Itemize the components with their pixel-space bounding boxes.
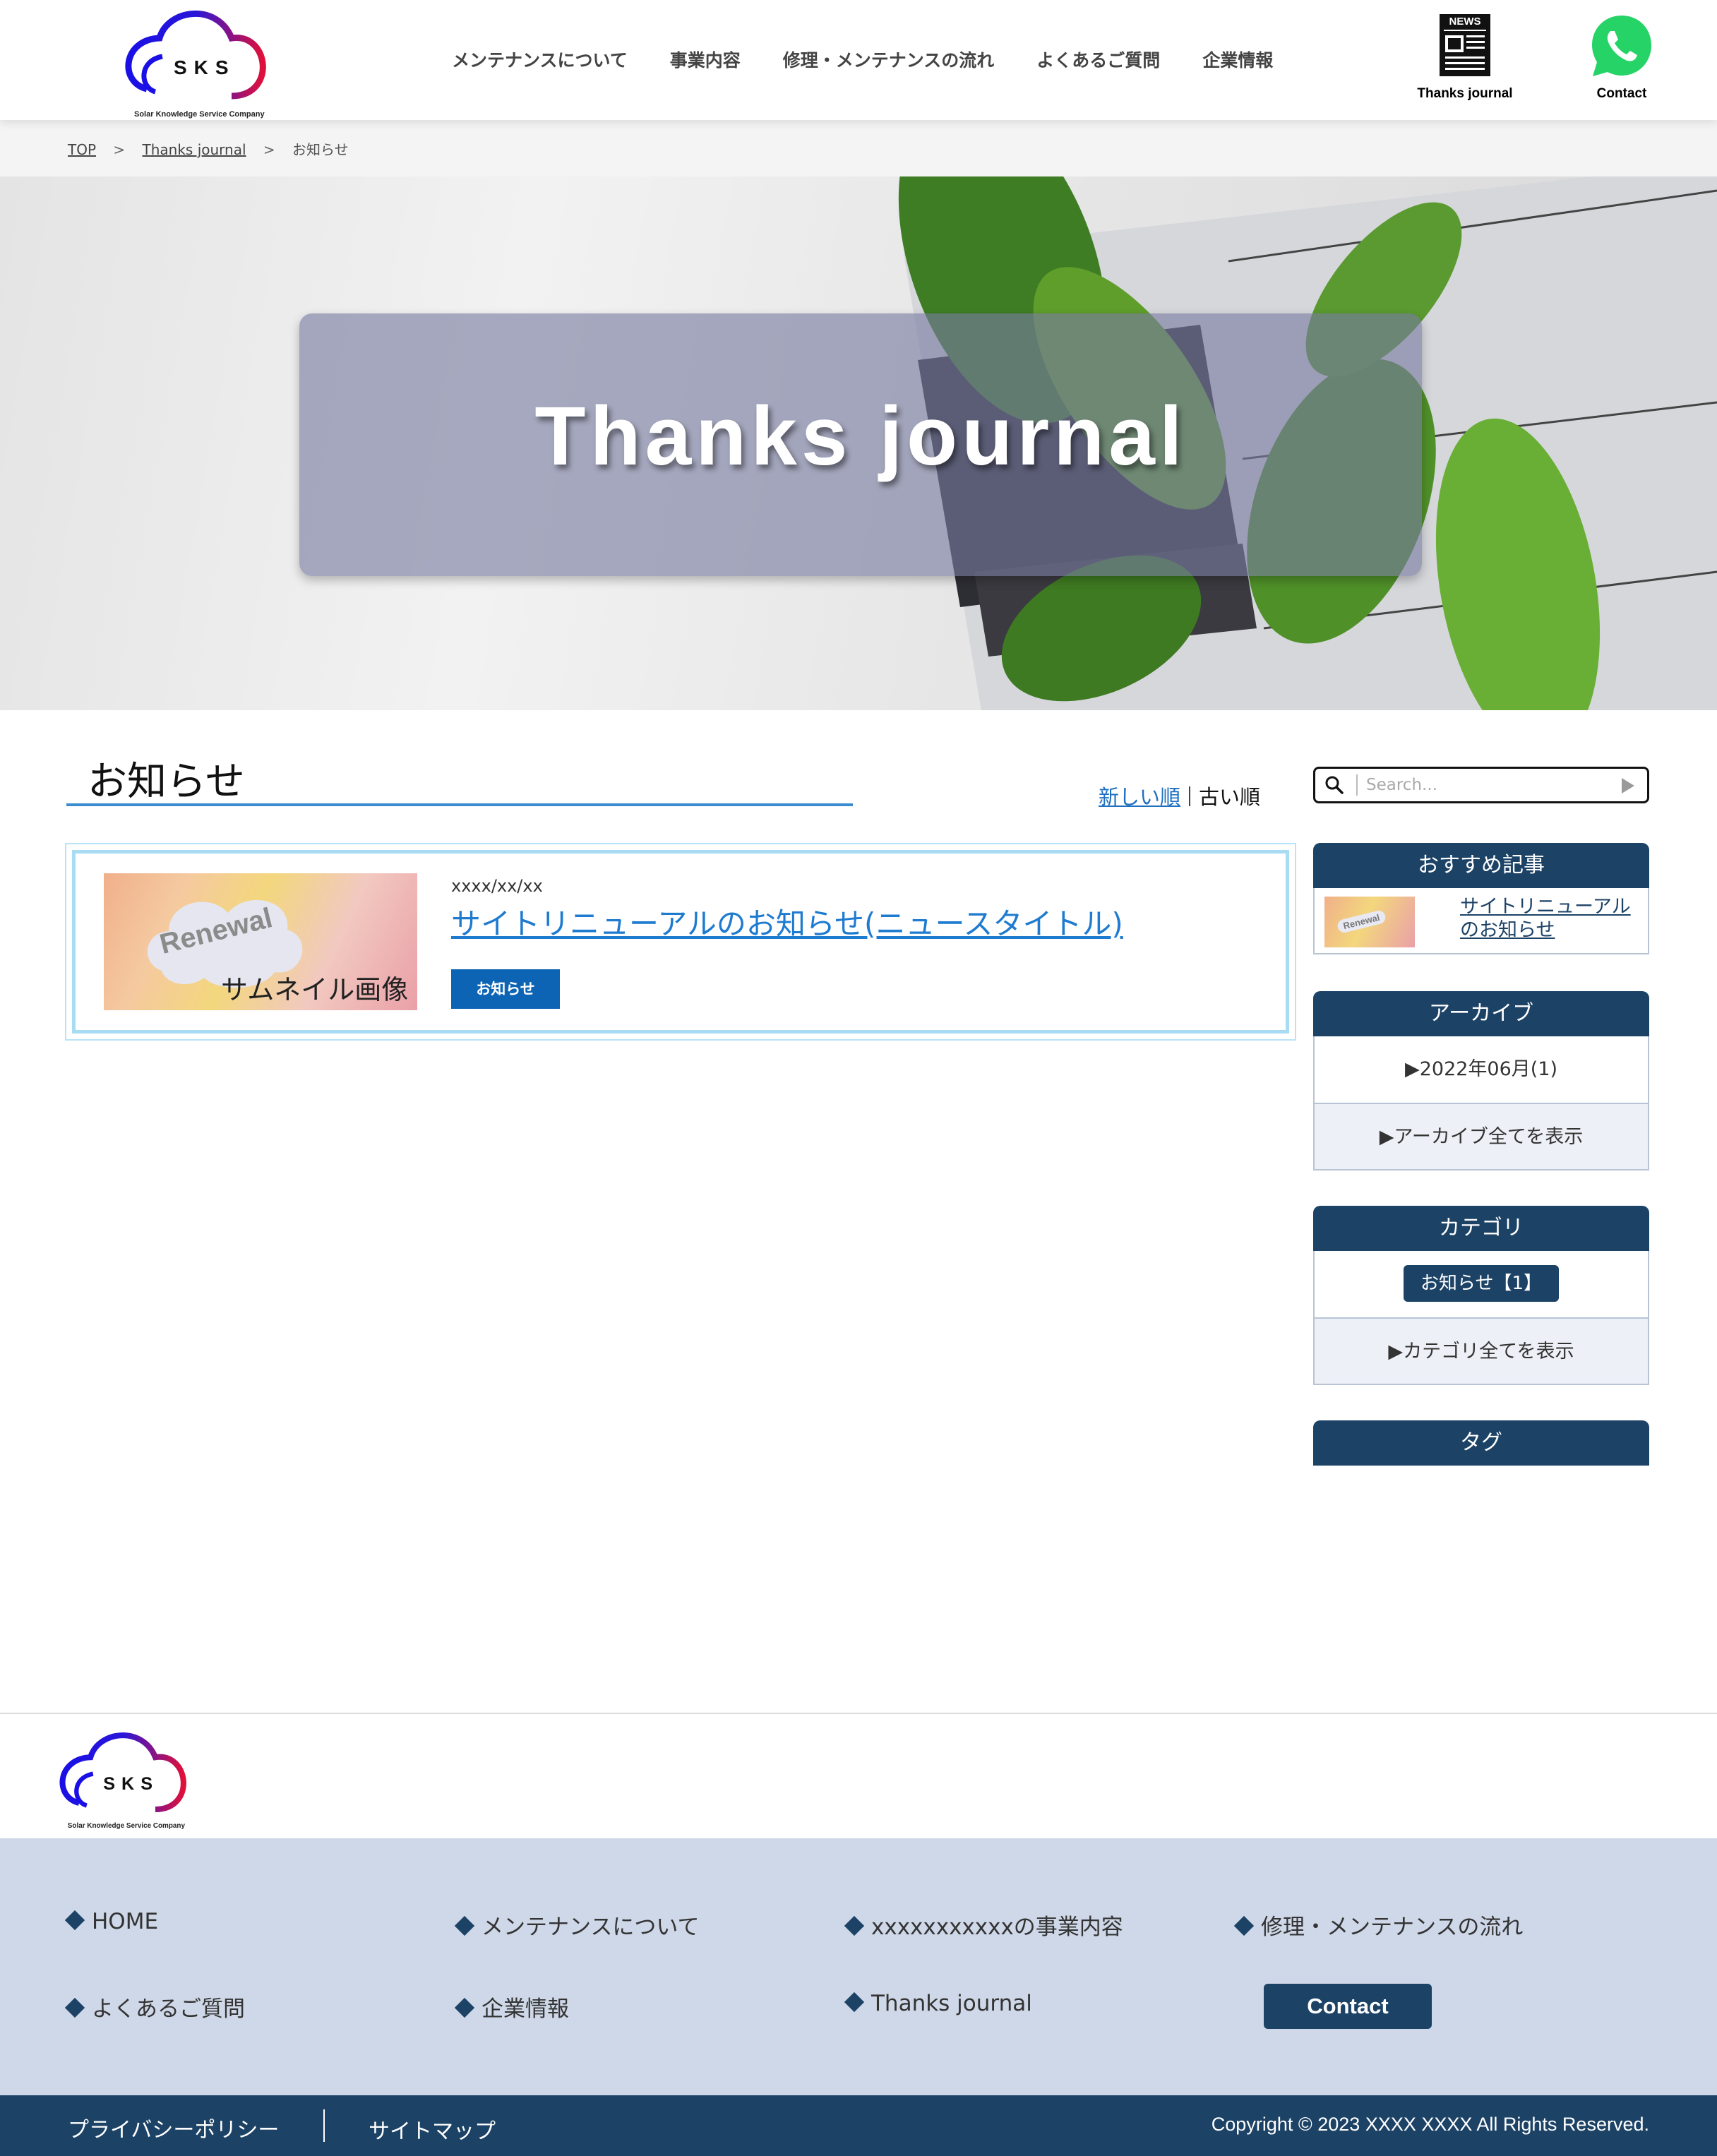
footer-link-business[interactable]: xxxxxxxxxxxの事業内容: [844, 1909, 1123, 1941]
sort-newest-link[interactable]: 新しい順: [1099, 785, 1180, 809]
recommended-thumbnail[interactable]: Renewal: [1324, 897, 1415, 947]
diamond-icon: [1233, 1915, 1255, 1936]
footer-links: HOME メンテナンスについて xxxxxxxxxxxの事業内容 修理・メンテナ…: [0, 1838, 1717, 2095]
diamond-icon: [454, 1915, 475, 1936]
nav-faq[interactable]: よくあるご質問: [1036, 47, 1160, 72]
tag-widget: タグ: [1313, 1420, 1649, 1466]
search-divider: [1356, 774, 1358, 796]
svg-text:NEWS: NEWS: [1449, 16, 1481, 28]
category-row: お知らせ【1】: [1315, 1251, 1648, 1317]
footer-link-label: よくあるご質問: [92, 1996, 245, 2022]
contact-caption: Contact: [1596, 86, 1647, 101]
footer-link-company[interactable]: 企業情報: [454, 1991, 569, 2023]
archive-show-all[interactable]: ▶アーカイブ全てを表示: [1315, 1103, 1648, 1169]
post-card-inner: Renewal サムネイル画像 xxxx/xx/xx サイトリニューアルのお知ら…: [72, 850, 1289, 1034]
nav-maintenance[interactable]: メンテナンスについて: [452, 47, 628, 72]
recommended-widget: おすすめ記事 Renewal サイトリニューアルのお知らせ: [1313, 843, 1649, 954]
diamond-icon: [64, 1910, 85, 1931]
sort-divider: [1189, 786, 1191, 806]
breadcrumb-separator: >: [113, 141, 126, 158]
search-input[interactable]: [1366, 773, 1620, 797]
category-body: お知らせ【1】 ▶カテゴリ全てを表示: [1313, 1251, 1649, 1385]
post-thumbnail[interactable]: Renewal サムネイル画像: [104, 873, 417, 1010]
footer-link-label: 修理・メンテナンスの流れ: [1261, 1915, 1524, 1940]
archive-widget: アーカイブ ▶2022年06月(1) ▶アーカイブ全てを表示: [1313, 991, 1649, 1170]
whatsapp-icon: [1592, 16, 1651, 76]
recommended-thumbnail-text: Renewal: [1336, 909, 1387, 935]
post-card: Renewal サムネイル画像 xxxx/xx/xx サイトリニューアルのお知ら…: [65, 843, 1296, 1041]
newspaper-icon: NEWS: [1440, 14, 1490, 76]
copyright-text: Copyright © 2023 XXXX XXXX All Rights Re…: [1211, 2114, 1649, 2135]
post-date: xxxx/xx/xx: [451, 876, 543, 896]
footer-link-label: Thanks journal: [871, 1991, 1032, 2016]
footer-logo-text: SKS: [103, 1773, 160, 1794]
post-category-tag[interactable]: お知らせ: [451, 969, 560, 1009]
search-icon[interactable]: [1324, 774, 1345, 796]
footer-link-label: メンテナンスについて: [481, 1915, 700, 1940]
thumbnail-caption: サムネイル画像: [221, 974, 409, 1005]
footer-bottom-bar: プライバシーポリシー サイトマップ Copyright © 2023 XXXX …: [0, 2095, 1717, 2156]
search-box: [1313, 767, 1649, 803]
breadcrumb-top[interactable]: TOP: [68, 141, 96, 158]
nav-business[interactable]: 事業内容: [670, 47, 741, 72]
category-show-all[interactable]: ▶カテゴリ全てを表示: [1315, 1317, 1648, 1384]
nav-company[interactable]: 企業情報: [1202, 47, 1273, 72]
archive-heading: アーカイブ: [1313, 991, 1649, 1036]
breadcrumb: TOP > Thanks journal > お知らせ: [0, 120, 1717, 176]
nav-flow[interactable]: 修理・メンテナンスの流れ: [783, 47, 995, 72]
thanks-journal-caption: Thanks journal: [1417, 86, 1513, 101]
archive-item-2022-06[interactable]: ▶2022年06月(1): [1315, 1036, 1648, 1103]
sort-controls: 新しい順 古い順: [1099, 781, 1260, 810]
privacy-policy-link[interactable]: プライバシーポリシー: [68, 2112, 279, 2143]
footer-link-faq[interactable]: よくあるご質問: [64, 1991, 245, 2023]
diamond-icon: [844, 1915, 865, 1936]
page-heading-text: お知らせ: [88, 759, 245, 805]
diamond-icon: [64, 1997, 85, 2018]
site-header: SKS Solar Knowledge Service Company メンテナ…: [0, 0, 1717, 120]
thanks-journal-link[interactable]: NEWS Thanks journal: [1398, 11, 1532, 110]
breadcrumb-separator: >: [263, 141, 275, 158]
hero-title: Thanks journal: [534, 390, 1187, 483]
footer-link-flow[interactable]: 修理・メンテナンスの流れ: [1233, 1909, 1524, 1941]
category-widget: カテゴリ お知らせ【1】 ▶カテゴリ全てを表示: [1313, 1206, 1649, 1385]
category-item-news[interactable]: お知らせ【1】: [1403, 1265, 1560, 1302]
sort-oldest-link[interactable]: 古い順: [1199, 785, 1260, 809]
hero-banner: Thanks journal: [0, 176, 1717, 710]
footer-logo-subtitle: Solar Knowledge Service Company: [67, 1822, 185, 1830]
sks-logo[interactable]: SKS Solar Knowledge Service Company: [119, 4, 273, 119]
logo-text: SKS: [174, 56, 236, 78]
footer-sks-logo[interactable]: SKS Solar Knowledge Service Company: [54, 1727, 192, 1830]
sitemap-link[interactable]: サイトマップ: [369, 2114, 496, 2145]
recommended-heading: おすすめ記事: [1313, 843, 1649, 888]
footer-link-label: 企業情報: [481, 1996, 569, 2022]
page-heading: お知らせ: [66, 750, 853, 806]
post-title-link[interactable]: サイトリニューアルのお知らせ(ニュースタイトル): [451, 900, 1123, 943]
recommended-body: Renewal サイトリニューアルのお知らせ: [1313, 888, 1649, 954]
archive-body: ▶2022年06月(1) ▶アーカイブ全てを表示: [1313, 1036, 1649, 1170]
footer-contact-button[interactable]: Contact: [1264, 1984, 1432, 2029]
footer-link-home[interactable]: HOME: [64, 1909, 159, 1934]
footer-link-label: xxxxxxxxxxxの事業内容: [871, 1915, 1123, 1940]
footer-link-label: HOME: [92, 1909, 159, 1934]
contact-link[interactable]: Contact: [1555, 11, 1689, 110]
logo-subtitle: Solar Knowledge Service Company: [134, 110, 265, 119]
footer-divider: [323, 2109, 325, 2142]
hero-title-panel: Thanks journal: [299, 313, 1422, 576]
tag-heading: タグ: [1313, 1420, 1649, 1466]
recommended-article-link[interactable]: サイトリニューアルのお知らせ: [1460, 895, 1644, 942]
search-submit-icon[interactable]: [1622, 778, 1634, 793]
diamond-icon: [844, 1992, 865, 2013]
diamond-icon: [454, 1997, 475, 2018]
footer-logo-band: SKS Solar Knowledge Service Company: [0, 1713, 1717, 1838]
breadcrumb-thanks-journal[interactable]: Thanks journal: [143, 141, 246, 158]
main-nav: メンテナンスについて 事業内容 修理・メンテナンスの流れ よくあるご質問 企業情…: [452, 47, 1315, 72]
footer-link-maintenance[interactable]: メンテナンスについて: [454, 1909, 700, 1941]
footer-link-thanks-journal[interactable]: Thanks journal: [844, 1991, 1032, 2016]
breadcrumb-current: お知らせ: [292, 141, 349, 158]
category-heading: カテゴリ: [1313, 1206, 1649, 1251]
